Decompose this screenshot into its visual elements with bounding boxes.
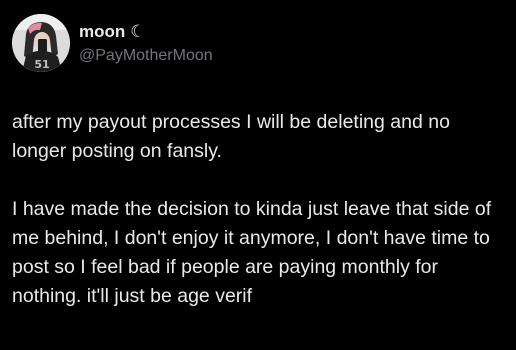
user-handle[interactable]: @PayMotherMoon xyxy=(79,45,213,66)
svg-text:51: 51 xyxy=(34,58,49,71)
tweet: 51 moon ☾ @PayMotherMoon after my payout… xyxy=(0,0,516,350)
avatar[interactable]: 51 xyxy=(12,14,70,72)
display-name[interactable]: moon xyxy=(79,21,125,43)
tweet-text: after my payout processes I will be dele… xyxy=(12,108,504,311)
display-name-row[interactable]: moon ☾ xyxy=(79,21,213,43)
avatar-photo-icon: 51 xyxy=(12,14,70,72)
tweet-header: 51 moon ☾ @PayMotherMoon xyxy=(12,12,213,74)
user-names: moon ☾ @PayMotherMoon xyxy=(79,21,213,66)
crescent-moon-icon: ☾ xyxy=(130,21,146,41)
tweet-paragraph-1: after my payout processes I will be dele… xyxy=(12,111,450,162)
tweet-paragraph-2: I have made the decision to kinda just l… xyxy=(12,198,492,307)
